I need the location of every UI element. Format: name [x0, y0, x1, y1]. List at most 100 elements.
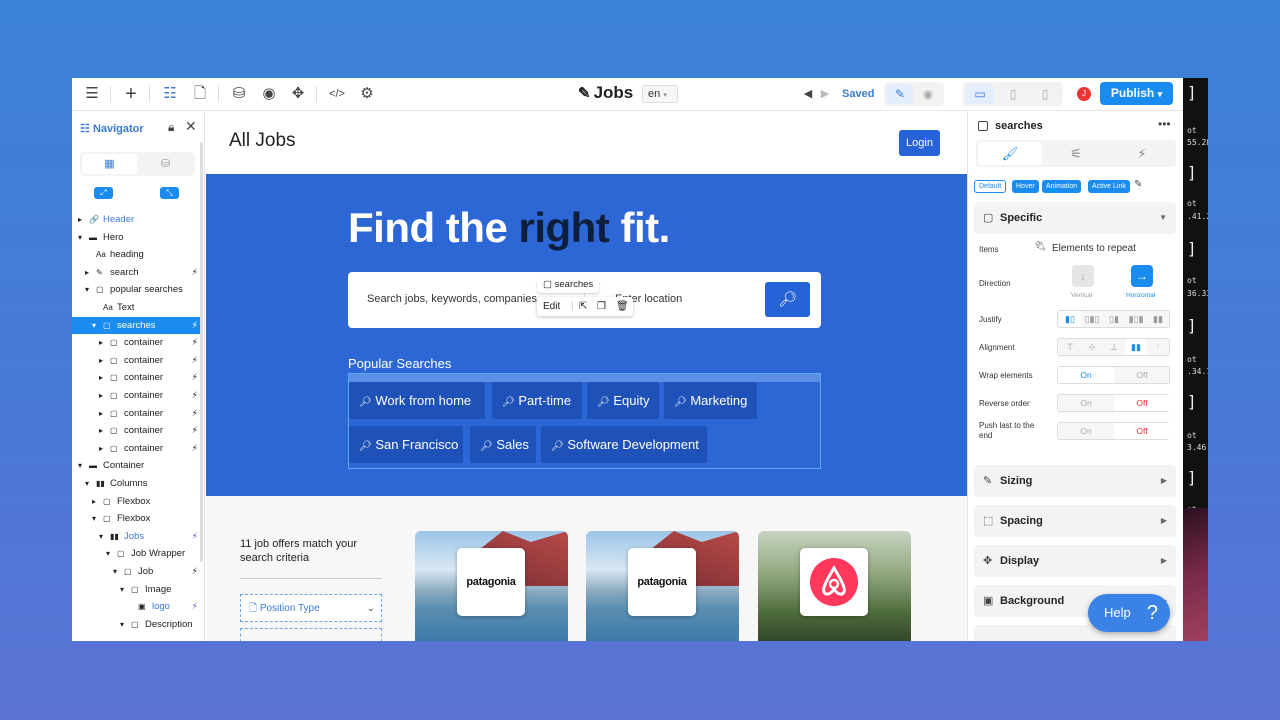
tree-item[interactable]: ▾ ▮▮ Columns	[72, 475, 203, 492]
tree-item[interactable]: Aa Text	[72, 299, 203, 316]
expand-all-icon[interactable]: ⤢	[94, 187, 113, 199]
pages-icon[interactable]: 🗋	[191, 85, 209, 103]
caret-right-icon[interactable]: ▸	[99, 422, 103, 439]
toggle-on[interactable]: On	[1058, 395, 1114, 411]
position-type-select[interactable]: 🗋 Position Type ⌄	[240, 594, 382, 622]
toggle-off[interactable]: Off	[1114, 367, 1170, 383]
state-animation[interactable]: Animation	[1042, 180, 1082, 193]
tree-item[interactable]: ▾ ▬ Container	[72, 457, 203, 474]
tree-item[interactable]: ▾ ▢ searches ⚡︎	[72, 316, 203, 334]
align-center-icon[interactable]: ⊹	[1081, 339, 1103, 355]
edit-mode-pencil-icon[interactable]: ✎	[887, 84, 913, 104]
tree-item[interactable]: ▸ ▢ container ⚡︎	[72, 352, 203, 369]
caret-right-icon[interactable]: ▸	[92, 493, 96, 510]
tab-style-brush-icon[interactable]: 🖌︎	[978, 142, 1042, 165]
tree-item[interactable]: Aa heading	[72, 246, 203, 263]
align-bottom-icon[interactable]: ⊥	[1103, 339, 1125, 355]
caret-right-icon[interactable]: ▸	[78, 211, 82, 228]
justify-end-icon[interactable]: ▯▮	[1103, 311, 1125, 327]
tree-item[interactable]: ▾ ▬ Hero	[72, 229, 203, 246]
tab-settings-sliders-icon[interactable]: ⚟	[1044, 142, 1108, 165]
add-element-icon[interactable]: +	[122, 84, 140, 104]
filter-placeholder[interactable]	[240, 628, 382, 641]
navigator-scrollbar[interactable]	[200, 142, 203, 562]
justify-around-icon[interactable]: ▮▮	[1147, 311, 1169, 327]
tab-data-icon[interactable]: ⛁	[138, 154, 193, 174]
tree-item[interactable]: ▸ ▢ container ⚡︎	[72, 334, 203, 351]
user-avatar[interactable]: J	[1077, 87, 1091, 101]
caret-down-icon[interactable]: ▾	[85, 475, 89, 492]
page-selector[interactable]: ✎ Jobs	[578, 83, 633, 103]
help-button[interactable]: Help?	[1088, 594, 1170, 632]
justify-start-icon[interactable]: ▮▯	[1059, 311, 1081, 327]
code-icon[interactable]: </>	[328, 85, 346, 103]
align-top-icon[interactable]: ⊤	[1059, 339, 1081, 355]
job-card[interactable]: patagonia	[586, 531, 739, 641]
keyword-search-input[interactable]: Search jobs, keywords, companies	[367, 293, 537, 305]
caret-right-icon[interactable]: ▸	[99, 352, 103, 369]
job-card[interactable]	[758, 531, 911, 641]
plugin-puzzle-icon[interactable]: ✥	[289, 85, 307, 103]
language-select[interactable]: en ▾	[642, 85, 678, 103]
tab-layers-grid-icon[interactable]: ▦	[82, 154, 137, 174]
caret-down-icon[interactable]: ▾	[78, 229, 82, 246]
sizing-section-header[interactable]: ✎ Sizing ▶	[974, 465, 1176, 497]
align-stretch-icon[interactable]: ▮▮	[1125, 339, 1147, 355]
caret-down-icon[interactable]: ▾	[85, 281, 89, 298]
caret-down-icon[interactable]: ▾	[120, 581, 124, 598]
specific-section-header[interactable]: ▢ Specific ▼	[974, 202, 1176, 234]
close-icon[interactable]: ✕	[185, 118, 197, 135]
direction-horizontal-arrow-right-icon[interactable]: →	[1131, 265, 1153, 287]
mobile-icon[interactable]: ▯	[1031, 84, 1059, 104]
search-button[interactable]: 🔎︎	[765, 282, 810, 317]
caret-down-icon[interactable]: ▾	[92, 317, 96, 334]
settings-gear-icon[interactable]: ⚙	[358, 85, 376, 103]
undo-arrow-icon[interactable]: ◀	[799, 85, 817, 103]
caret-right-icon[interactable]: ▸	[99, 369, 103, 386]
preview-eye-icon[interactable]: ◉	[915, 84, 941, 104]
lock-icon[interactable]: 🔒︎	[168, 120, 174, 135]
login-button[interactable]: Login	[899, 130, 940, 156]
items-value[interactable]: Elements to repeat	[1052, 243, 1136, 254]
tree-item[interactable]: ▸ 🔗 Header	[72, 211, 203, 228]
toggle-off[interactable]: Off	[1114, 423, 1170, 439]
move-icon[interactable]: ⇱	[579, 297, 587, 316]
edit-button[interactable]: Edit	[543, 297, 560, 316]
spacing-section-header[interactable]: ⬚ Spacing ▶	[974, 505, 1176, 537]
tree-item[interactable]: ▸ ▢ container ⚡︎	[72, 440, 203, 457]
tree-item[interactable]: ▣ logo ⚡︎	[72, 598, 203, 615]
state-active-link[interactable]: Active Link	[1088, 180, 1130, 193]
tree-item[interactable]: ▾ ▢ Job ⚡︎	[72, 563, 203, 580]
direction-vertical-arrow-down-icon[interactable]: ↓	[1072, 265, 1094, 287]
caret-down-icon[interactable]: ▾	[106, 545, 110, 562]
tree-item[interactable]: ▾ ▢ Description	[72, 616, 203, 633]
justify-between-icon[interactable]: ▮▯▮	[1125, 311, 1147, 327]
redo-arrow-icon[interactable]: ▶	[816, 85, 834, 103]
navigator-list-icon[interactable]: ☷	[161, 85, 179, 103]
tree-item[interactable]: ▸ ▢ container ⚡︎	[72, 422, 203, 439]
tree-item[interactable]: ▸ ▢ container ⚡︎	[72, 387, 203, 404]
tablet-icon[interactable]: ▯	[999, 84, 1027, 104]
tree-item[interactable]: ▸ ▢ Flexbox	[72, 493, 203, 510]
justify-center-icon[interactable]: ▯▮▯	[1081, 311, 1103, 327]
tree-item[interactable]: ▾ ▮▮ Jobs ⚡︎	[72, 528, 203, 545]
caret-down-icon[interactable]: ▾	[113, 563, 117, 580]
toggle-on[interactable]: On	[1058, 367, 1114, 383]
more-options-icon[interactable]: •••	[1158, 117, 1171, 131]
caret-right-icon[interactable]: ▸	[99, 387, 103, 404]
collapse-all-icon[interactable]: ⤡	[160, 187, 179, 199]
duplicate-icon[interactable]: ❐	[597, 297, 606, 316]
caret-down-icon[interactable]: ▾	[92, 510, 96, 527]
display-section-header[interactable]: ✥ Display ▶	[974, 545, 1176, 577]
tree-item[interactable]: ▾ ▢ Image	[72, 581, 203, 598]
tree-item[interactable]: ▸ ▢ container ⚡︎	[72, 369, 203, 386]
caret-right-icon[interactable]: ▸	[99, 405, 103, 422]
edit-states-pencil-icon[interactable]: ✎	[1134, 179, 1142, 190]
trash-icon[interactable]: 🗑︎	[616, 297, 629, 316]
tree-item[interactable]: ▾ ▢ popular searches	[72, 281, 203, 298]
caret-right-icon[interactable]: ▸	[85, 264, 89, 281]
publish-button[interactable]: Publish ▾	[1100, 82, 1173, 105]
toggle-off[interactable]: Off	[1114, 395, 1170, 411]
toggle-on[interactable]: On	[1058, 423, 1114, 439]
hamburger-menu-icon[interactable]: ☰	[83, 85, 101, 103]
